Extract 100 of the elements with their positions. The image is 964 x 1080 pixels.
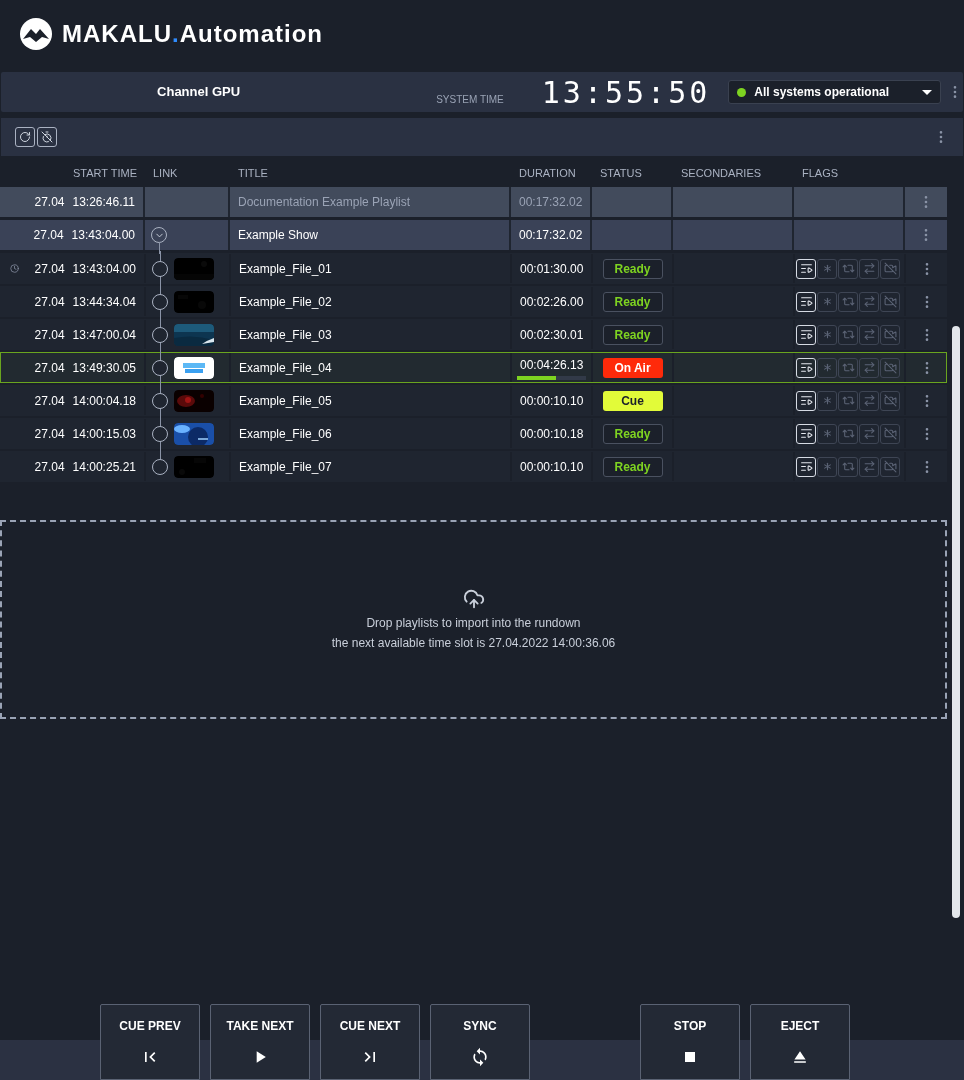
refresh-button[interactable] (15, 127, 35, 147)
eject-button[interactable]: EJECT (750, 1004, 850, 1080)
duration-cell-text: 00:00:10.10 (519, 458, 585, 476)
group-row[interactable]: 27.04 13:26:46.11 Documentation Example Playlist 00:17:32.02 (0, 187, 947, 217)
no-video-icon (883, 361, 897, 374)
column-header: LINK (152, 165, 179, 181)
flag-toggle[interactable] (817, 456, 837, 477)
take-next-button[interactable]: TAKE NEXT (210, 1004, 310, 1080)
flag-toggle[interactable] (838, 324, 858, 345)
file-row[interactable]: 27.04 14:00:25.21 Example_File_07 00:00:10.10 Ready (0, 451, 947, 482)
title-cell: Example_File_03 (231, 320, 512, 349)
flag-toggle[interactable] (880, 390, 900, 411)
timer-off-button[interactable] (37, 127, 57, 147)
route-icon (862, 460, 876, 473)
flag-toggle[interactable] (859, 291, 879, 312)
flag-toggle[interactable] (817, 390, 837, 411)
flag-toggle[interactable] (838, 258, 858, 279)
flag-toggle[interactable] (859, 324, 879, 345)
flag-toggle[interactable] (859, 423, 879, 444)
link-node[interactable] (152, 458, 168, 475)
flag-toggle[interactable] (880, 258, 900, 279)
file-row[interactable]: 27.04 14:00:04.18 Example_File_05 00:00:10.10 Cue (0, 385, 947, 416)
duration-cell-text: 00:00:10.10 (519, 392, 585, 410)
playlist-icon (799, 295, 813, 308)
file-row[interactable]: 27.04 13:43:04.00 Example_File_01 00:01:30.00 Ready (0, 253, 947, 284)
loop-icon (841, 328, 855, 341)
flag-toggle[interactable] (817, 357, 837, 378)
time-cell-text: 14:00:04.18 (72, 392, 136, 410)
flag-toggle[interactable] (838, 291, 858, 312)
playlist-icon (799, 361, 813, 374)
playlist-icon (799, 460, 813, 473)
no-video-icon (883, 460, 897, 473)
duration-cell-text: 00:02:30.01 (519, 326, 585, 344)
flag-toggle[interactable] (817, 258, 837, 279)
channel-name: Channel GPU (156, 83, 242, 102)
date-cell-text: 27.04 (34, 326, 65, 344)
loop-icon (841, 394, 855, 407)
file-row[interactable]: 27.04 13:44:34.04 Example_File_02 00:02:26.00 Ready (0, 286, 947, 317)
file-row[interactable]: 27.04 13:47:00.04 Example_File_03 00:02:30.01 Ready (0, 319, 947, 350)
status-badge: On Air (602, 357, 663, 378)
flag-toggle[interactable] (817, 423, 837, 444)
flag-toggle[interactable] (880, 423, 900, 444)
column-header: TITLE (237, 165, 269, 181)
cue-prev-button[interactable]: CUE PREV (100, 1004, 200, 1080)
duration-cell: 00:17:32.02 (511, 187, 592, 217)
route-icon (862, 427, 876, 440)
flag-toggle[interactable] (817, 291, 837, 312)
link-node[interactable] (152, 260, 168, 277)
column-header: DURATION (518, 165, 577, 181)
refresh-icon (19, 131, 31, 143)
scrollbar-thumb[interactable] (951, 326, 960, 918)
link-node[interactable] (152, 293, 168, 310)
sync-button[interactable]: SYNC (430, 1004, 530, 1080)
title-cell: Example_File_07 (231, 452, 512, 481)
logo-icon (20, 18, 52, 50)
time-cell-text: 13:47:00.04 (72, 326, 136, 344)
no-video-icon (883, 262, 897, 275)
flag-toggle[interactable] (838, 423, 858, 444)
time-cell-text: 14:00:15.03 (72, 425, 136, 443)
route-icon (862, 295, 876, 308)
flag-toggle[interactable] (838, 390, 858, 411)
playlist-icon (799, 262, 813, 275)
link-node[interactable] (152, 326, 168, 343)
flag-toggle[interactable] (880, 456, 900, 477)
flag-toggle[interactable] (880, 357, 900, 378)
flag-toggle[interactable] (859, 357, 879, 378)
caret-icon (922, 89, 932, 95)
link-node[interactable] (152, 392, 168, 409)
file-row[interactable]: 27.04 14:00:15.03 Example_File_06 00:00:10.18 Ready (0, 418, 947, 449)
flag-toggle[interactable] (859, 390, 879, 411)
flag-toggle[interactable] (817, 324, 837, 345)
file-row[interactable]: 27.04 13:49:30.05 Example_File_04 00:04:26.13 On Air (0, 352, 947, 383)
flag-toggle[interactable] (880, 291, 900, 312)
flag-toggle[interactable] (838, 357, 858, 378)
stop-button[interactable]: STOP (640, 1004, 740, 1080)
no-video-icon (883, 394, 897, 407)
link-node[interactable] (152, 359, 168, 376)
time-cell-text: 13:43:04.00 (71, 227, 135, 244)
clock-label: SYSTEM TIME (436, 92, 504, 107)
column-header: STATUS (599, 165, 643, 181)
time-cell-text: 13:43:04.00 (72, 260, 136, 278)
time-cell-text: 13:26:46.11 (72, 194, 135, 211)
flag-toggle[interactable] (859, 258, 879, 279)
title-cell: Example_File_01 (231, 254, 512, 283)
system-status-dropdown[interactable]: All systems operational (728, 80, 941, 104)
status-badge: Ready (602, 324, 663, 345)
time-cell-text: 13:49:30.05 (72, 359, 136, 377)
link-node[interactable] (152, 425, 168, 442)
drop-zone[interactable]: Drop playlists to import into the rundown the next available time slot is 27.04.2022 14:00:36.06 (0, 520, 947, 719)
date-cell-text: 27.04 (33, 227, 64, 244)
cue-next-button[interactable]: CUE NEXT (320, 1004, 420, 1080)
title-cell: Example_File_05 (231, 386, 512, 415)
flag-toggle[interactable] (859, 456, 879, 477)
column-header: START TIME (73, 165, 138, 181)
flag-toggle[interactable] (880, 324, 900, 345)
title-cell: Example_File_04 (231, 353, 512, 382)
brand-logo: MAKALU.Automation (62, 19, 323, 49)
flag-toggle[interactable] (838, 456, 858, 477)
playlist-icon (799, 427, 813, 440)
route-icon (862, 394, 876, 407)
